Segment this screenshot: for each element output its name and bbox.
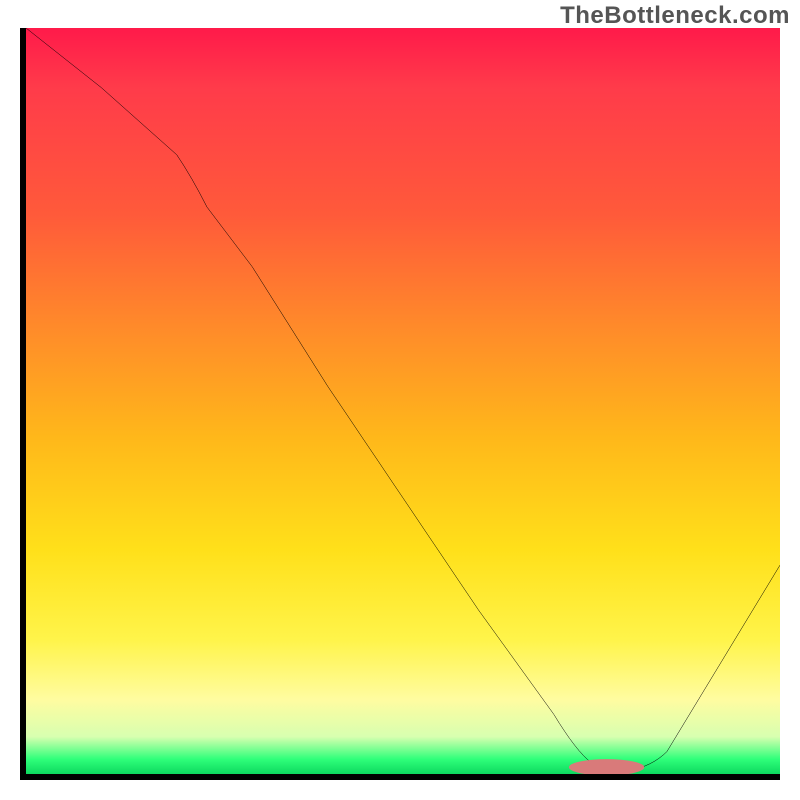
- bottleneck-curve: [26, 28, 780, 770]
- optimal-range-marker: [569, 759, 644, 775]
- plot-area: [20, 28, 780, 780]
- chart-frame: TheBottleneck.com: [0, 0, 800, 800]
- curve-layer: [26, 28, 780, 774]
- watermark-text: TheBottleneck.com: [560, 2, 790, 30]
